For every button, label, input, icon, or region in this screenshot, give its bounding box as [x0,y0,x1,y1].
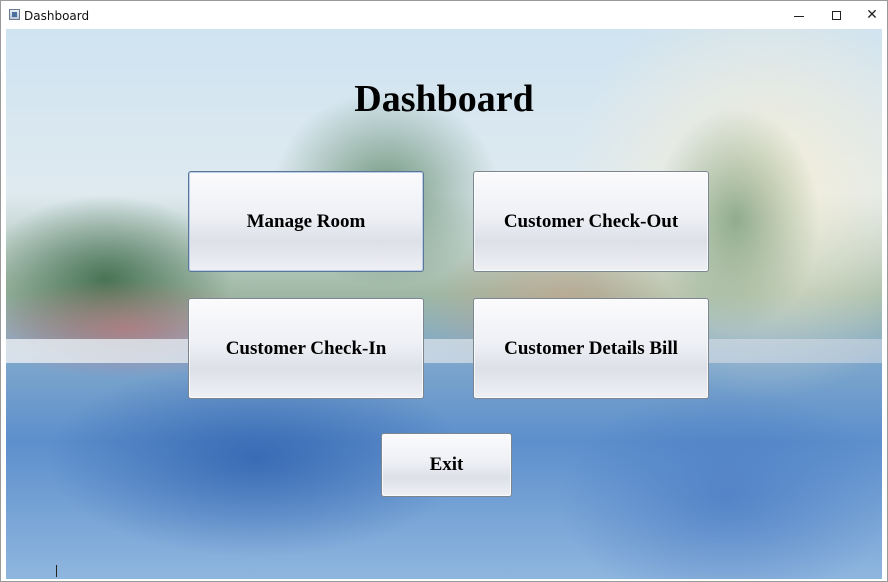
background-image-panel: Dashboard Manage Room Customer Check-Out… [6,29,882,579]
background-pool-edge [6,339,882,363]
close-icon: ✕ [866,7,878,23]
minimize-icon [794,15,804,17]
java-app-icon [9,9,20,20]
maximize-button[interactable] [818,1,854,29]
page-title: Dashboard [354,78,534,120]
minimize-button[interactable] [781,1,817,29]
maximize-icon [831,10,841,20]
title-bar[interactable]: Dashboard ✕ [1,1,887,29]
customer-details-bill-button[interactable]: Customer Details Bill [473,298,709,399]
window-title: Dashboard [24,9,90,23]
customer-check-out-button[interactable]: Customer Check-Out [473,171,709,272]
dashboard-window: Dashboard ✕ Dashboard Manage Room Custom… [0,0,888,582]
customer-check-in-button[interactable]: Customer Check-In [188,298,424,399]
text-cursor [56,565,57,577]
close-button[interactable]: ✕ [854,1,888,29]
exit-button[interactable]: Exit [381,433,512,497]
manage-room-button[interactable]: Manage Room [188,171,424,272]
